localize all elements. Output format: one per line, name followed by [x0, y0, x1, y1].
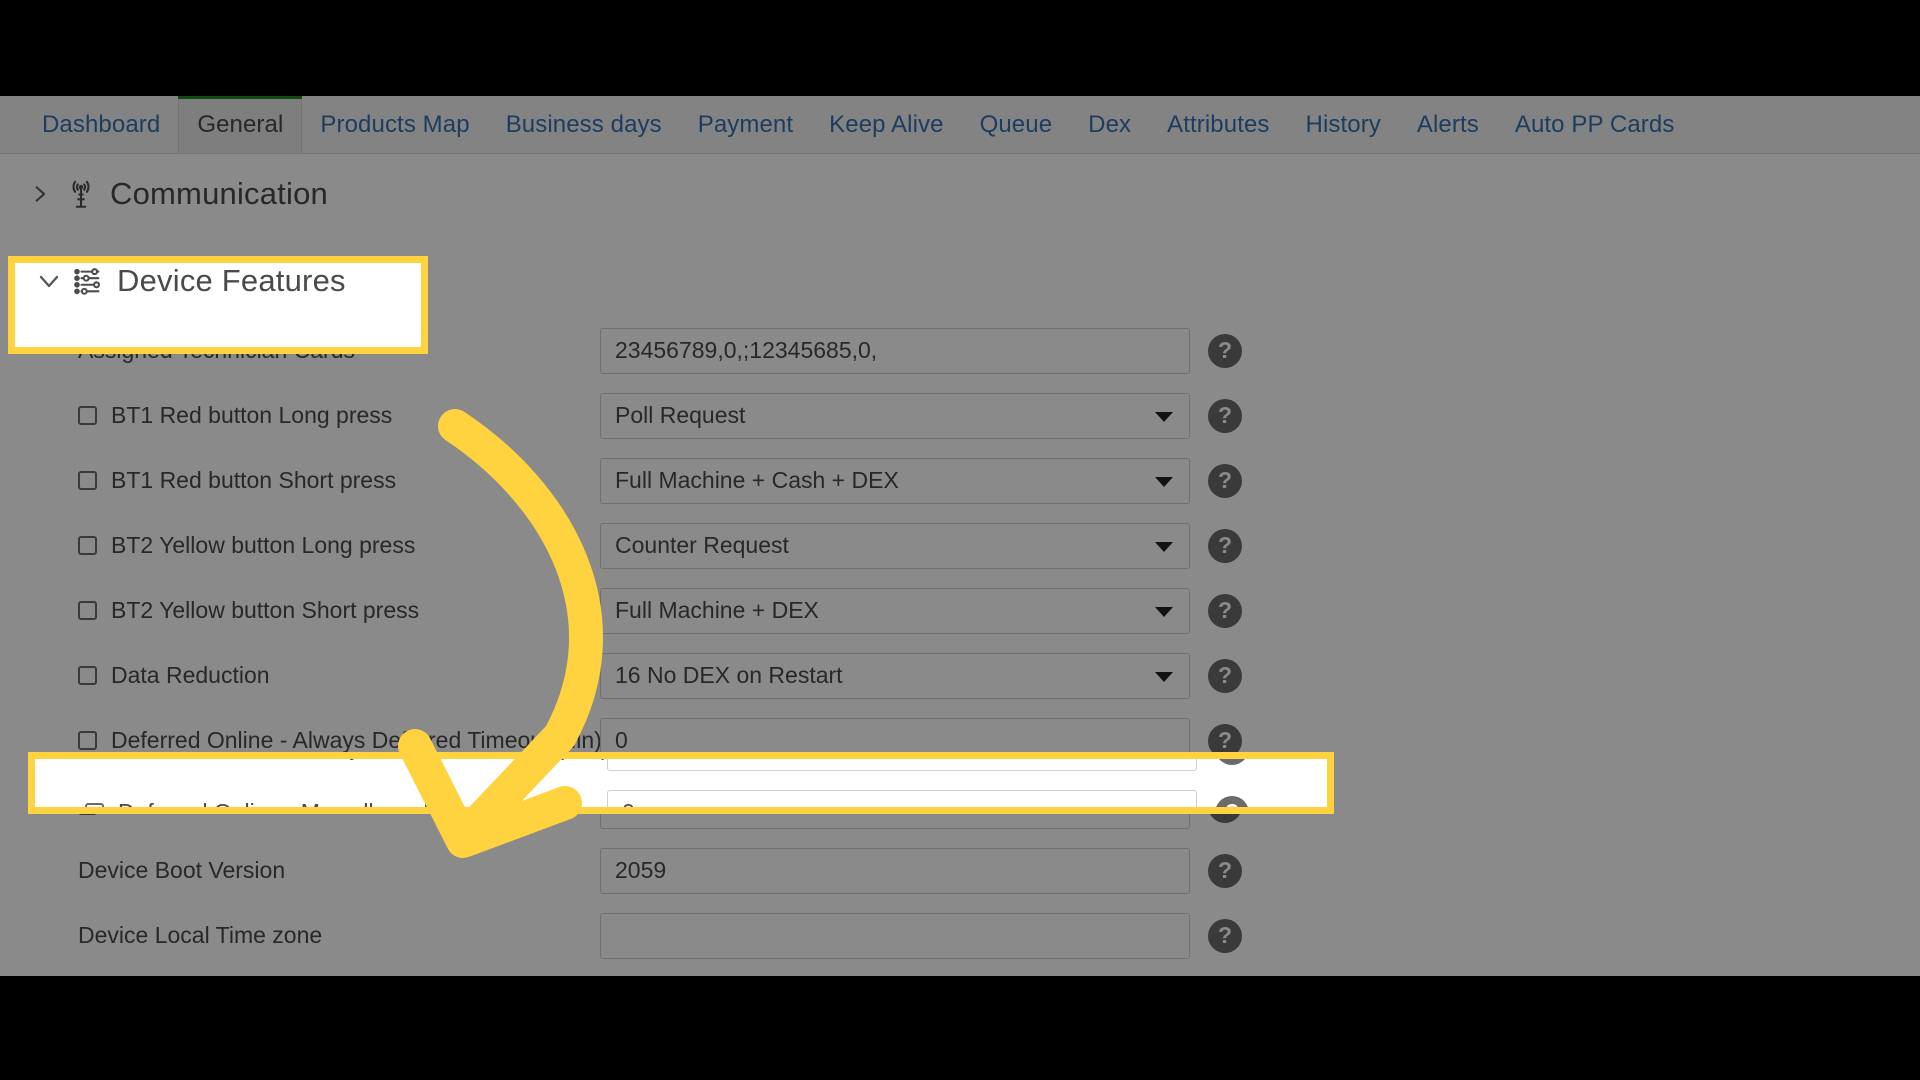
row-label-container: Device Boot Version	[0, 857, 600, 884]
chevron-down-icon[interactable]	[1155, 411, 1173, 422]
chevron-down-icon[interactable]	[30, 261, 64, 287]
tab-bar: Dashboard General Products Map Business day…	[0, 96, 1920, 154]
row-label-container: BT2 Yellow button Long press	[0, 532, 600, 559]
sliders-icon	[64, 259, 110, 289]
help-icon[interactable]: ?	[1208, 333, 1242, 368]
chevron-down-icon[interactable]	[1155, 671, 1173, 682]
field-value: Full Machine + Cash + DEX	[615, 467, 899, 493]
row-label-container: Assigned Technician Cards	[0, 337, 600, 364]
text-input[interactable]: 23456789,0,;12345685,0,	[600, 327, 1190, 374]
dropdown-select[interactable]: Counter Request	[600, 522, 1190, 569]
tab-keep-alive[interactable]: Keep Alive	[811, 113, 961, 153]
row-label-container: Deferred Online - Max allowed transactio…	[0, 792, 615, 819]
row-label-container: BT1 Red button Short press	[0, 467, 600, 494]
form-row: Deferred Online - Max allowed transactio…	[0, 773, 1920, 838]
text-input[interactable]	[600, 912, 1190, 959]
form-row: BT1 Red button Long press Poll Request?	[0, 383, 1920, 448]
form-row: BT2 Yellow button Long press Counter Requ…	[0, 513, 1920, 578]
field-label: Data Reduction	[111, 662, 270, 688]
form-row: Device Local Time zone?	[0, 903, 1920, 968]
field-label: Deferred Online - Always Deferred Timeou…	[111, 727, 602, 753]
help-icon[interactable]: ?	[1208, 398, 1242, 433]
form-row: Deferred Online - Always Deferred Timeou…	[0, 708, 1920, 773]
help-icon[interactable]: ?	[1208, 853, 1242, 888]
field-label: BT2 Yellow button Short press	[111, 597, 420, 623]
checkbox-override[interactable]	[78, 536, 97, 555]
app-viewport: Dashboard General Products Map Business day…	[0, 96, 1920, 976]
form-row: Assigned Technician Cards 23456789,0,;123…	[0, 318, 1920, 383]
text-input[interactable]: 2059	[600, 847, 1190, 894]
dropdown-select[interactable]: Poll Request	[600, 392, 1190, 439]
section-list: Communication Device Features	[0, 154, 1920, 314]
chevron-right-icon[interactable]	[30, 181, 64, 207]
checkbox-override[interactable]	[78, 731, 97, 750]
help-icon[interactable]: ?	[1208, 918, 1242, 953]
row-label-container: BT2 Yellow button Short press	[0, 597, 600, 624]
field-value: Poll Request	[615, 402, 746, 428]
text-input[interactable]: 0	[600, 717, 1190, 764]
checkbox-override[interactable]	[78, 406, 97, 425]
help-icon[interactable]: ?	[1208, 593, 1242, 628]
form-row: BT1 Red button Short press Full Machine +…	[0, 448, 1920, 513]
letterbox-top	[0, 0, 1920, 96]
field-value: 16 No DEX on Restart	[615, 662, 843, 688]
tab-attributes[interactable]: Attributes	[1149, 113, 1287, 153]
checkbox-override[interactable]	[78, 471, 97, 490]
field-label: BT2 Yellow button Long press	[111, 532, 416, 558]
form-row: Device Boot Version 2059?	[0, 838, 1920, 903]
field-label: Deferred Online - Max allowed transactio…	[111, 792, 615, 818]
field-label: Device Boot Version	[78, 857, 286, 883]
field-label: Assigned Technician Cards	[78, 337, 356, 363]
help-icon[interactable]: ?	[1208, 723, 1242, 758]
field-label: BT1 Red button Short press	[111, 467, 397, 493]
tab-business-days[interactable]: Business days	[488, 113, 680, 153]
chevron-down-icon[interactable]	[1155, 606, 1173, 617]
section-label: Device Features	[110, 256, 339, 291]
tab-products-map[interactable]: Products Map	[302, 113, 487, 153]
checkbox-override[interactable]	[78, 666, 97, 685]
dropdown-select[interactable]: 16 No DEX on Restart	[600, 652, 1190, 699]
tab-dashboard[interactable]: Dashboard	[24, 113, 178, 153]
help-icon[interactable]: ?	[1208, 658, 1242, 693]
field-value: 0	[615, 792, 628, 818]
field-value: Counter Request	[615, 532, 789, 558]
letterbox-bottom	[0, 976, 1920, 1080]
dropdown-select[interactable]: Full Machine + Cash + DEX	[600, 457, 1190, 504]
checkbox-override[interactable]	[78, 601, 97, 620]
tab-auto-pp-cards[interactable]: Auto PP Cards	[1497, 113, 1693, 153]
chevron-down-icon[interactable]	[1155, 476, 1173, 487]
tab-general[interactable]: General	[178, 96, 303, 153]
broadcast-tower-icon	[64, 177, 110, 211]
device-features-form: Assigned Technician Cards 23456789,0,;123…	[0, 314, 1920, 968]
chevron-down-icon[interactable]	[1155, 541, 1173, 552]
tab-alerts[interactable]: Alerts	[1399, 113, 1497, 153]
section-label: Communication	[110, 176, 328, 211]
form-row: BT2 Yellow button Short press Full Machin…	[0, 578, 1920, 643]
tab-payment[interactable]: Payment	[680, 113, 811, 153]
field-value: 2059	[615, 857, 667, 883]
row-label-container: Data Reduction	[0, 662, 600, 689]
field-value: 23456789,0,;12345685,0,	[615, 337, 878, 363]
row-label-container: BT1 Red button Long press	[0, 402, 600, 429]
section-device-features[interactable]: Device Features	[0, 234, 1920, 314]
field-label: BT1 Red button Long press	[111, 402, 393, 428]
dropdown-select[interactable]: Full Machine + DEX	[600, 587, 1190, 634]
help-icon[interactable]: ?	[1208, 463, 1242, 498]
row-label-container: Deferred Online - Always Deferred Timeou…	[0, 727, 602, 754]
tab-history[interactable]: History	[1288, 113, 1399, 153]
section-communication[interactable]: Communication	[0, 154, 1920, 234]
help-icon[interactable]: ?	[1208, 528, 1242, 563]
tab-dex[interactable]: Dex	[1070, 113, 1149, 153]
form-row: Data Reduction 16 No DEX on Restart?	[0, 643, 1920, 708]
field-label: Device Local Time zone	[78, 922, 323, 948]
tab-queue[interactable]: Queue	[962, 113, 1071, 153]
checkbox-override[interactable]	[78, 796, 97, 815]
row-label-container: Device Local Time zone	[0, 922, 600, 949]
field-value: 0	[615, 727, 628, 753]
text-input[interactable]: 0	[600, 782, 1190, 829]
settings-content: Communication Device Features Assigned Te…	[0, 154, 1920, 976]
field-value: Full Machine + DEX	[615, 597, 819, 623]
help-icon[interactable]: ?	[1208, 788, 1242, 823]
